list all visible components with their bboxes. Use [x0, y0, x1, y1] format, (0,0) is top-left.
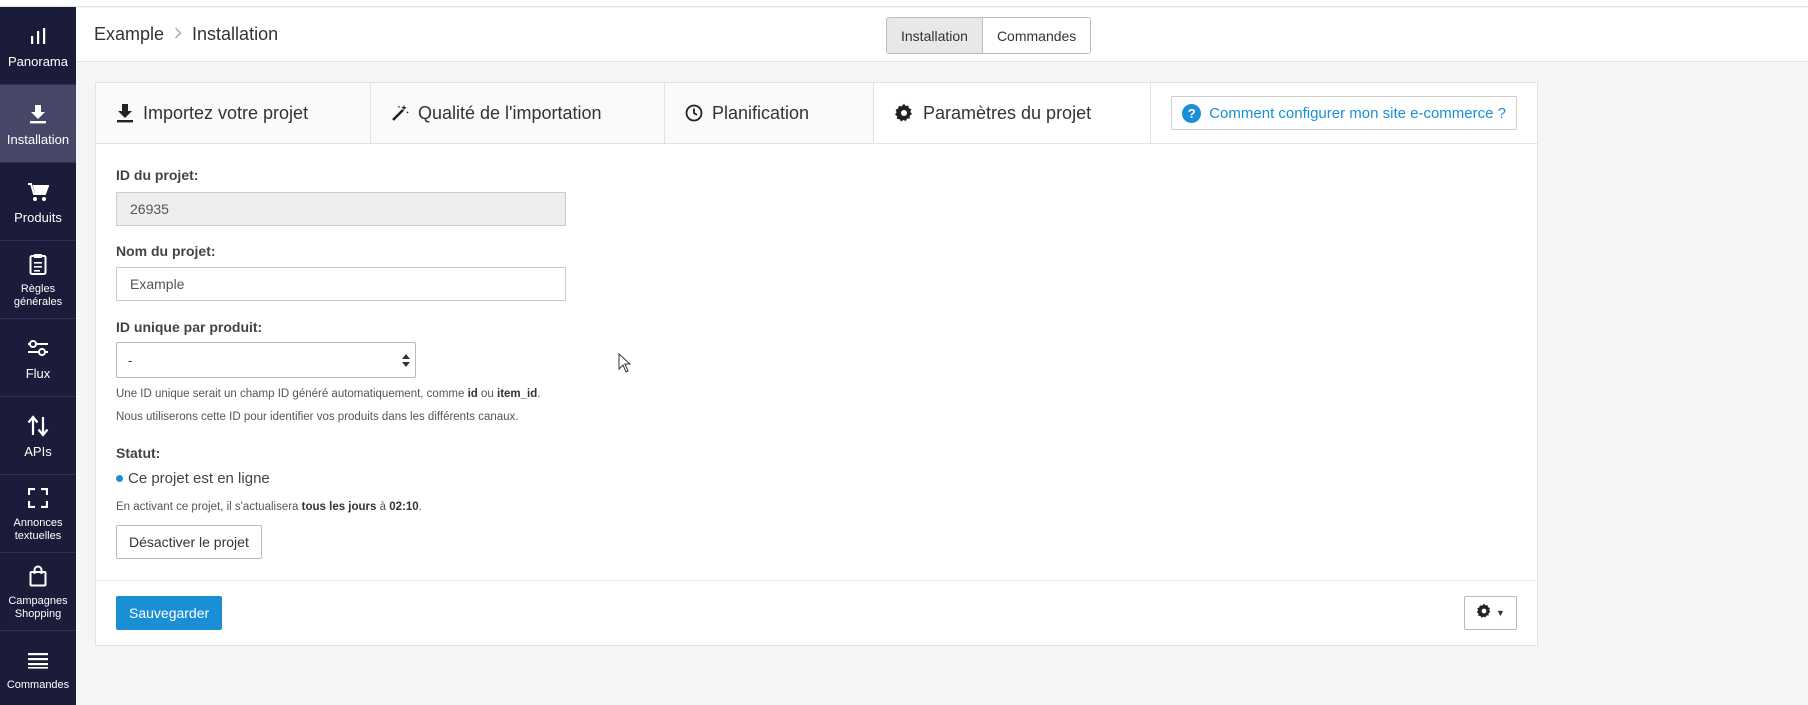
status-note-time: 02:10: [389, 501, 419, 513]
project-id-field: 26935: [116, 192, 566, 226]
help-ecommerce-button[interactable]: ? Comment configurer mon site e-commerce…: [1171, 96, 1517, 130]
sidebar-item-label: Panorama: [8, 54, 68, 69]
status-dot-icon: [116, 475, 123, 482]
tab-import[interactable]: Importez votre projet: [96, 83, 371, 143]
sidebar: Panorama Installation Produits Règles gé…: [0, 7, 76, 705]
status-note-text: .: [418, 501, 422, 513]
sidebar-item-label: Commandes: [6, 679, 70, 691]
help-code-id: id: [467, 388, 478, 400]
sidebar-item-label: APIs: [24, 444, 52, 459]
tab-label: Qualité de l'importation: [418, 102, 602, 123]
help-text: Une ID unique serait un champ ID généré …: [116, 388, 468, 400]
tab-bar-right: ? Comment configurer mon site e-commerce…: [1151, 83, 1537, 143]
project-panel: Importez votre projet Qualité de l'impor…: [95, 82, 1538, 646]
save-button[interactable]: Sauvegarder: [116, 596, 223, 630]
sidebar-item-label: Campagnes Shopping: [8, 594, 68, 620]
status-note-frequency: tous les jours: [301, 501, 377, 513]
segment-installation[interactable]: Installation: [887, 18, 983, 53]
project-id-label: ID du projet:: [116, 167, 199, 183]
sidebar-item-campagnes-shopping[interactable]: Campagnes Shopping: [0, 553, 76, 631]
cart-icon: [27, 179, 49, 205]
top-edge: [0, 0, 1808, 7]
project-name-field[interactable]: Example: [116, 267, 566, 301]
expand-icon: [28, 485, 48, 511]
clock-icon: [685, 104, 703, 122]
magic-wand-icon: [391, 104, 409, 122]
help-code-item-id: item_id: [497, 388, 538, 400]
status-note: En activant ce projet, il s'actualisera …: [116, 501, 422, 513]
status-note-text: En activant ce projet, il s'actualisera: [116, 501, 302, 513]
unique-id-label: ID unique par produit:: [116, 319, 263, 335]
help-text: ou: [477, 388, 497, 400]
gear-icon: [1476, 603, 1492, 624]
tab-label: Importez votre projet: [143, 102, 309, 123]
tab-project-settings[interactable]: Paramètres du projet: [874, 83, 1151, 143]
breadcrumb-item-current: Installation: [192, 24, 279, 44]
breadcrumb: Example Installation: [94, 24, 278, 45]
question-circle-icon: ?: [1182, 103, 1202, 123]
shopping-bag-icon: [29, 563, 47, 589]
tab-label: Paramètres du projet: [923, 102, 1092, 123]
sidebar-item-label: Installation: [6, 132, 70, 147]
status-label: Statut:: [116, 445, 161, 461]
top-bar: Example Installation Installation Comman…: [76, 8, 1808, 62]
list-icon: [27, 647, 49, 673]
chevron-right-icon: [174, 26, 182, 44]
bar-chart-icon: [29, 23, 47, 49]
help-button-label: Comment configurer mon site e-commerce ?: [1209, 104, 1506, 122]
status-value: Ce projet est en ligne: [128, 470, 270, 487]
caret-down-icon: ▼: [1496, 608, 1505, 618]
settings-dropdown-button[interactable]: ▼: [1464, 596, 1517, 630]
sidebar-item-flux[interactable]: Flux: [0, 319, 76, 397]
sidebar-item-label: Produits: [14, 210, 62, 225]
sidebar-item-label: Annonces textuelles: [13, 516, 63, 542]
project-name-label: Nom du projet:: [116, 243, 216, 259]
help-text: .: [537, 388, 541, 400]
sidebar-item-apis[interactable]: APIs: [0, 397, 76, 475]
breadcrumb-item-project[interactable]: Example: [94, 24, 164, 45]
select-arrows-icon: [402, 354, 410, 370]
sidebar-item-commandes[interactable]: Commandes: [0, 631, 76, 705]
unique-id-selected-value: -: [128, 352, 133, 368]
status-indicator: Ce projet est en ligne: [116, 470, 270, 487]
arrows-updown-icon: [27, 413, 49, 439]
clipboard-icon: [29, 251, 47, 277]
unique-id-help-line2: Nous utiliserons cette ID pour identifie…: [116, 411, 519, 423]
segment-commandes[interactable]: Commandes: [982, 18, 1091, 53]
sidebar-item-produits[interactable]: Produits: [0, 163, 76, 241]
sidebar-item-label: Flux: [25, 366, 51, 381]
tab-bar: Importez votre projet Qualité de l'impor…: [96, 83, 1537, 144]
tab-import-quality[interactable]: Qualité de l'importation: [371, 83, 665, 143]
panel-footer: Sauvegarder ▼: [96, 580, 1537, 646]
tab-label: Planification: [712, 102, 810, 123]
sidebar-item-label: Règles générales: [13, 282, 63, 308]
sidebar-item-installation[interactable]: Installation: [0, 85, 76, 163]
unique-id-help-line1: Une ID unique serait un champ ID généré …: [116, 388, 540, 400]
deactivate-project-button[interactable]: Désactiver le projet: [116, 525, 262, 559]
sidebar-item-regles-generales[interactable]: Règles générales: [0, 241, 76, 319]
unique-id-select[interactable]: -: [116, 342, 416, 378]
section-switcher: Installation Commandes: [886, 17, 1092, 54]
download-icon: [116, 103, 134, 123]
download-icon: [28, 101, 48, 127]
tab-planning[interactable]: Planification: [665, 83, 874, 143]
sidebar-item-annonces-textuelles[interactable]: Annonces textuelles: [0, 475, 76, 553]
sidebar-item-panorama[interactable]: Panorama: [0, 7, 76, 85]
gear-icon: [894, 103, 914, 123]
sliders-icon: [27, 335, 49, 361]
mouse-cursor-icon: [618, 352, 632, 378]
status-note-text: à: [376, 501, 390, 513]
